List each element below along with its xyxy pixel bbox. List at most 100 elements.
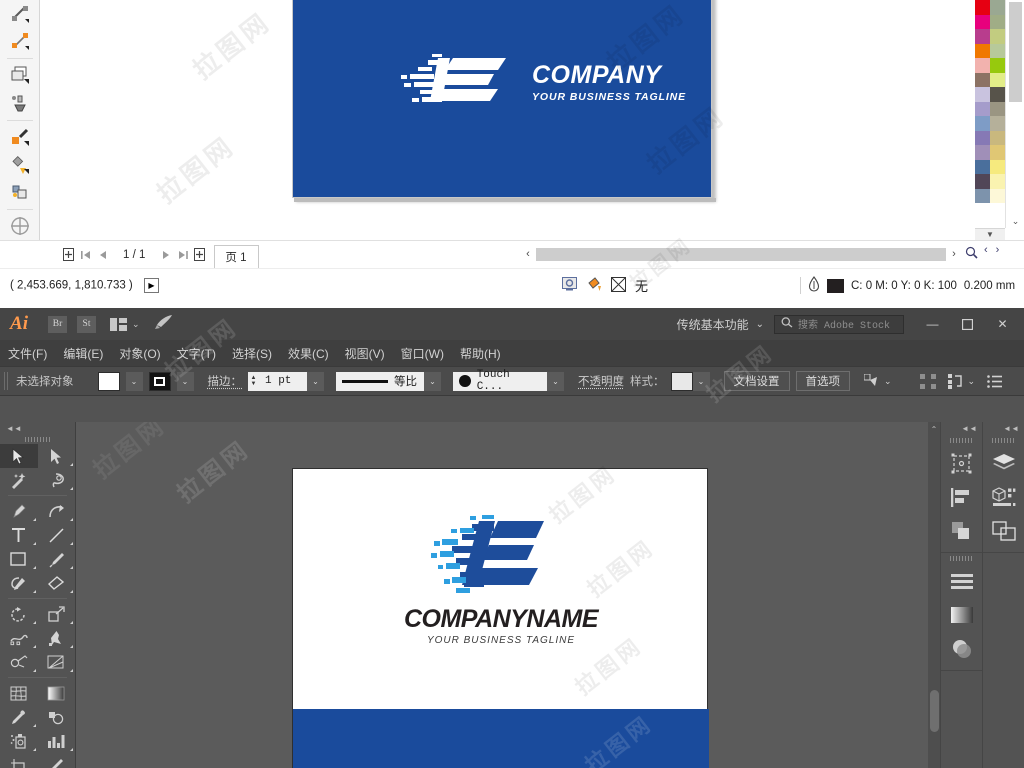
artboard-logo-group[interactable]: COMPANYNAME YOUR BUSINESS TAGLINE (293, 515, 709, 646)
stock-search-field[interactable]: 搜索 Adobe Stock (774, 315, 904, 334)
dock-group-1[interactable] (941, 435, 982, 553)
panel-dock-primary[interactable]: ◄◄ (940, 422, 982, 768)
palette-swatch[interactable] (975, 189, 990, 204)
symbol-sprayer-tool[interactable] (0, 729, 38, 753)
palette-swatch[interactable] (990, 0, 1005, 15)
panel-dock-secondary[interactable]: ◄◄ (982, 422, 1024, 768)
minimize-button[interactable]: — (915, 311, 950, 337)
panel-collapse-arrow-icon[interactable]: ⌃ (928, 422, 940, 436)
graphic-style-swatch[interactable] (671, 372, 693, 391)
scroll-down-arrow[interactable]: ⌄ (1006, 214, 1024, 228)
paragraph-panel-icon[interactable] (941, 564, 982, 598)
stroke-weight-stepper[interactable]: ▲ ▼ (248, 372, 259, 391)
align-panel-icon[interactable] (920, 374, 936, 389)
coordinates-expand-button[interactable]: ▶ (144, 278, 159, 293)
outline-pen-icon[interactable] (808, 276, 820, 295)
libraries-panel-icon[interactable] (983, 480, 1024, 514)
blend-tool[interactable] (38, 705, 76, 729)
slice-tool[interactable] (38, 753, 76, 768)
stroke-weight-chevron-icon[interactable]: ⌄ (307, 372, 324, 391)
coreldraw-toolbox[interactable] (0, 0, 40, 240)
palette-swatch[interactable] (975, 29, 990, 44)
fill-color-icon[interactable] (586, 277, 602, 295)
add-page-start-button[interactable] (60, 245, 77, 265)
dock-group-2[interactable] (941, 553, 982, 671)
fill-dropdown-chevron-icon[interactable]: ⌄ (126, 372, 143, 391)
snap-monitor-icon[interactable] (562, 277, 577, 294)
palette-swatch[interactable] (990, 116, 1005, 131)
palette-swatch[interactable] (975, 44, 990, 59)
stroke-swatch[interactable] (149, 372, 171, 391)
layers-panel-icon[interactable] (983, 446, 1024, 480)
rectangle-tool[interactable] (0, 547, 38, 571)
distribute-panel-button[interactable]: ⌄ (948, 374, 976, 389)
curvature-tool[interactable] (38, 499, 76, 523)
artboard-tool[interactable] (0, 753, 38, 768)
menu-file[interactable]: 文件(F) (8, 345, 47, 362)
shape-builder-tool[interactable] (0, 650, 38, 674)
no-fill-icon[interactable] (611, 277, 626, 295)
palette-swatch[interactable] (975, 0, 990, 15)
brush-definition-control[interactable]: Touch C... ⌄ (453, 372, 564, 391)
perspective-grid-tool[interactable] (38, 650, 76, 674)
palette-swatch[interactable] (975, 58, 990, 73)
paintbrush-tool[interactable] (38, 547, 76, 571)
artboard[interactable]: COMPANYNAME YOUR BUSINESS TAGLINE 拉图网 拉图… (292, 468, 708, 768)
maximize-button[interactable] (950, 311, 985, 337)
dock-collapse-button[interactable]: ◄◄ (941, 422, 982, 435)
transform-panel-icon[interactable] (941, 446, 982, 480)
toolbox-grip[interactable] (0, 434, 75, 444)
control-bar-grip[interactable] (4, 372, 10, 390)
menu-view[interactable]: 视图(V) (345, 345, 385, 362)
palette-swatch[interactable] (990, 174, 1005, 189)
palette-swatch[interactable] (990, 145, 1005, 160)
direct-selection-tool[interactable] (38, 444, 76, 468)
palette-swatch[interactable] (975, 131, 990, 146)
preferences-button[interactable]: 首选项 (796, 371, 851, 391)
fill-swatch[interactable] (98, 372, 120, 391)
width-tool[interactable] (0, 626, 38, 650)
canvas-scrollbar[interactable]: ⌃ (928, 422, 940, 768)
stroke-profile-chevron-icon[interactable]: ⌄ (424, 372, 441, 391)
menu-help[interactable]: 帮助(H) (460, 345, 501, 362)
outline-color-swatch[interactable] (827, 279, 844, 293)
palette-swatch[interactable] (990, 160, 1005, 175)
mesh-tool[interactable] (0, 681, 38, 705)
stroke-weight-value[interactable]: 1 pt (259, 372, 307, 391)
dock-collapse-button-2[interactable]: ◄◄ (983, 422, 1024, 435)
gradient-panel-icon[interactable] (941, 598, 982, 632)
hscroll-thumb[interactable] (536, 248, 946, 261)
menu-window[interactable]: 窗口(W) (401, 345, 444, 362)
interactive-fill-tool[interactable] (0, 151, 40, 178)
window-controls[interactable]: — ✕ (915, 311, 1020, 337)
add-page-end-button[interactable] (191, 245, 208, 265)
graphic-style-chevron-icon[interactable]: ⌄ (693, 372, 710, 391)
stroke-weight-label[interactable]: 描边： (208, 373, 243, 389)
arrange-documents-button[interactable]: ⌄ (110, 318, 140, 331)
horizontal-scrollbar[interactable]: ‹ › (520, 244, 980, 264)
illustrator-toolbox[interactable]: ◄◄ (0, 422, 76, 768)
shaper-tool[interactable] (0, 571, 38, 595)
menu-object[interactable]: 对象(O) (119, 345, 160, 362)
lasso-tool[interactable] (38, 468, 76, 492)
node-edit-tool[interactable] (0, 27, 40, 54)
first-page-button[interactable] (77, 245, 94, 265)
palette-swatch[interactable] (990, 102, 1005, 117)
palette-swatch[interactable] (975, 116, 990, 131)
palette-swatch[interactable] (990, 29, 1005, 44)
illustrator-menu-bar[interactable]: 文件(F) 编辑(E) 对象(O) 文字(T) 选择(S) 效果(C) 视图(V… (0, 340, 1024, 366)
stroke-profile-control[interactable]: 等比 ⌄ (336, 372, 441, 391)
last-page-button[interactable] (174, 245, 191, 265)
shape-edit-tool[interactable] (0, 0, 40, 27)
bridge-badge-icon[interactable]: Br (48, 316, 67, 333)
toolbox-group-selection[interactable] (0, 444, 75, 492)
stroke-profile-value[interactable]: 等比 (336, 372, 424, 391)
canvas-scrollbar-thumb[interactable] (930, 690, 939, 732)
next-page-button[interactable] (157, 245, 174, 265)
pathfinder-panel-icon[interactable] (941, 514, 982, 548)
free-transform-tool[interactable] (38, 626, 76, 650)
palette-swatch[interactable] (975, 174, 990, 189)
scale-tool[interactable] (38, 602, 76, 626)
toolbox-group-color[interactable] (0, 681, 75, 768)
eraser-tool[interactable] (38, 571, 76, 595)
